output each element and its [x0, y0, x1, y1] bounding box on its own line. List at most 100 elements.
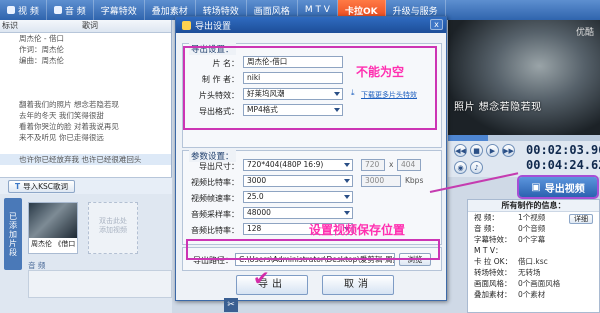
chevron-down-icon: [344, 179, 350, 183]
audio-tab-icon: [53, 6, 62, 14]
height-field[interactable]: 404: [397, 159, 421, 171]
column-lyrics: 歌词: [82, 21, 98, 30]
info-value: 0个画面风格: [518, 279, 561, 288]
lyric-row[interactable]: [0, 143, 171, 154]
column-mark: 标识: [2, 21, 18, 30]
video-preview: 优酷 照片 想念若隐若现: [448, 20, 600, 135]
info-key: 音 频：: [474, 224, 499, 233]
lyric-row[interactable]: 周杰伦 - 借口: [0, 33, 171, 44]
tab-video[interactable]: 视 频: [0, 0, 47, 20]
clip-image: [29, 203, 77, 238]
add-video-placeholder[interactable]: 双击此处 添加视频: [88, 202, 138, 254]
audio-track[interactable]: [28, 270, 172, 298]
lyric-row[interactable]: [0, 77, 171, 88]
camera-icon[interactable]: ◉: [454, 161, 467, 174]
forward-icon[interactable]: ▶▶: [502, 144, 515, 157]
volume-icon[interactable]: ♪: [470, 161, 483, 174]
info-key: 转场特效：: [474, 268, 512, 277]
bitrate-unit: Kbps: [405, 176, 424, 185]
cancel-button[interactable]: 取消: [322, 275, 394, 295]
export-button[interactable]: 导出: [236, 275, 308, 295]
tab-subtitle-effects[interactable]: 字幕特效: [94, 0, 145, 20]
lyric-row[interactable]: 也许你已经放弃我 也许已经很难回头: [0, 154, 171, 165]
lyric-row[interactable]: 作词：周杰伦: [0, 44, 171, 55]
info-key: 叠加素材：: [474, 290, 512, 299]
info-key: 视 频：: [474, 213, 499, 222]
video-bitrate-label: 视频比特率：: [191, 178, 239, 187]
size-select[interactable]: 720*404(480P 16:9): [243, 159, 353, 171]
fps-select[interactable]: 25.0: [243, 191, 353, 203]
tab-audio[interactable]: 音 频: [47, 0, 94, 20]
detail-button[interactable]: 详细: [569, 214, 593, 224]
info-key: 卡 拉 OK：: [474, 257, 513, 266]
info-key: M T V：: [474, 246, 503, 255]
watermark-logo: 优酷: [575, 28, 594, 38]
clip-thumbnail[interactable]: 周杰伦 《借口: [28, 202, 78, 254]
rewind-icon[interactable]: ◀◀: [454, 144, 467, 157]
sample-rate-label: 音频采样率：: [191, 210, 239, 219]
lyric-row[interactable]: 看着你哭泣的脸 对着我说再见: [0, 121, 171, 132]
annotation-not-empty: 不能为空: [356, 65, 405, 79]
import-ksc-button[interactable]: T 导入KSC歌词: [8, 180, 76, 193]
annotation-box-settings: [183, 46, 437, 130]
time-total: 00:04:24.625: [526, 158, 600, 172]
info-value: 无转场: [518, 268, 541, 277]
dialog-app-icon: [182, 20, 191, 30]
video-bitrate-select[interactable]: 3000: [243, 175, 353, 187]
lyric-row[interactable]: 去年的冬天 我们笑得很甜: [0, 110, 171, 121]
info-list: 视 频： 1个视频音 频： 0个音频 字幕特效： 0个字幕 M T V： 卡 拉 OK： 借口…: [468, 212, 599, 300]
audio-bitrate-label: 音频比特率：: [191, 226, 239, 235]
lyric-row[interactable]: [0, 88, 171, 99]
karaoke-subtitle: 照片 想念若隐若现: [454, 102, 542, 113]
info-title: 所有制作的信息：: [468, 200, 599, 212]
clip-area: 已添加片段 周杰伦 《借口 双击此处 添加视频 音 频: [0, 194, 172, 313]
sample-rate-select[interactable]: 48000: [243, 207, 353, 219]
info-row: 卡 拉 OK： 借口.ksc: [468, 256, 599, 267]
size-label: 导出尺寸：: [199, 162, 239, 171]
fps-label: 视频帧速率：: [191, 194, 239, 203]
lyrics-list: 周杰伦 - 借口 作词：周杰伦 编曲：周杰伦 翻着我们的照片 想念若隐若现 去年的冬天 …: [0, 33, 171, 165]
annotation-set-path: 设置视频保存位置: [309, 223, 406, 237]
info-value: 0个字幕: [518, 235, 546, 244]
info-key: 画面风格：: [474, 279, 512, 288]
info-row: 字幕特效： 0个字幕: [468, 234, 599, 245]
info-row: 音 频： 0个音频: [468, 223, 599, 234]
info-row: M T V：: [468, 245, 599, 256]
clip-name: 周杰伦 《借口: [31, 240, 76, 248]
play-icon[interactable]: ▶: [486, 144, 499, 157]
export-video-button[interactable]: ▣ 导出视频: [519, 177, 597, 197]
lyric-row[interactable]: 来不及听见 你已走得很远: [0, 132, 171, 143]
checkmark-icon: ✔: [253, 266, 270, 290]
project-info-panel: 所有制作的信息： 详细 视 频： 1个视频音 频： 0个音频 字幕特效： 0个字幕 M T…: [467, 199, 600, 313]
chevron-down-icon: [344, 195, 350, 199]
dialog-titlebar: 导出设置 x: [176, 17, 446, 33]
lyrics-toolbar: T 导入KSC歌词: [0, 177, 172, 194]
added-clips-tab[interactable]: 已添加片段: [4, 198, 22, 270]
width-field[interactable]: 720: [361, 159, 385, 171]
scissors-icon[interactable]: ✂: [224, 298, 238, 312]
info-row: 画面风格： 0个画面风格: [468, 278, 599, 289]
info-value: 0个音频: [518, 224, 546, 233]
lyric-row[interactable]: 编曲：周杰伦: [0, 55, 171, 66]
info-value: 1个视频: [518, 213, 546, 222]
export-icon: ▣: [531, 181, 541, 193]
info-row: 叠加素材： 0个素材: [468, 289, 599, 300]
info-key: 字幕特效：: [474, 235, 512, 244]
info-row: 转场特效： 无转场: [468, 267, 599, 278]
chevron-down-icon: [344, 211, 350, 215]
close-icon[interactable]: x: [430, 19, 443, 30]
text-t-icon: T: [15, 182, 21, 191]
info-value: 0个素材: [518, 290, 546, 299]
size-separator: x: [389, 160, 394, 169]
video-bitrate-field[interactable]: 3000: [361, 175, 401, 187]
dialog-title: 导出设置: [195, 21, 232, 32]
time-current: 00:02:03.960: [526, 143, 600, 157]
lyrics-header: 标识 歌词: [0, 20, 171, 33]
lyric-row[interactable]: [0, 66, 171, 77]
info-value: 借口.ksc: [518, 257, 548, 266]
stop-icon[interactable]: ■: [470, 144, 483, 157]
annotation-box-path: [186, 239, 440, 260]
lyric-row[interactable]: 翻着我们的照片 想念若隐若现: [0, 99, 171, 110]
video-tab-icon: [7, 6, 15, 14]
lyrics-panel: 标识 歌词 周杰伦 - 借口 作词：周杰伦 编曲：周杰伦 翻着我们的照片 想念若隐若现…: [0, 20, 172, 177]
